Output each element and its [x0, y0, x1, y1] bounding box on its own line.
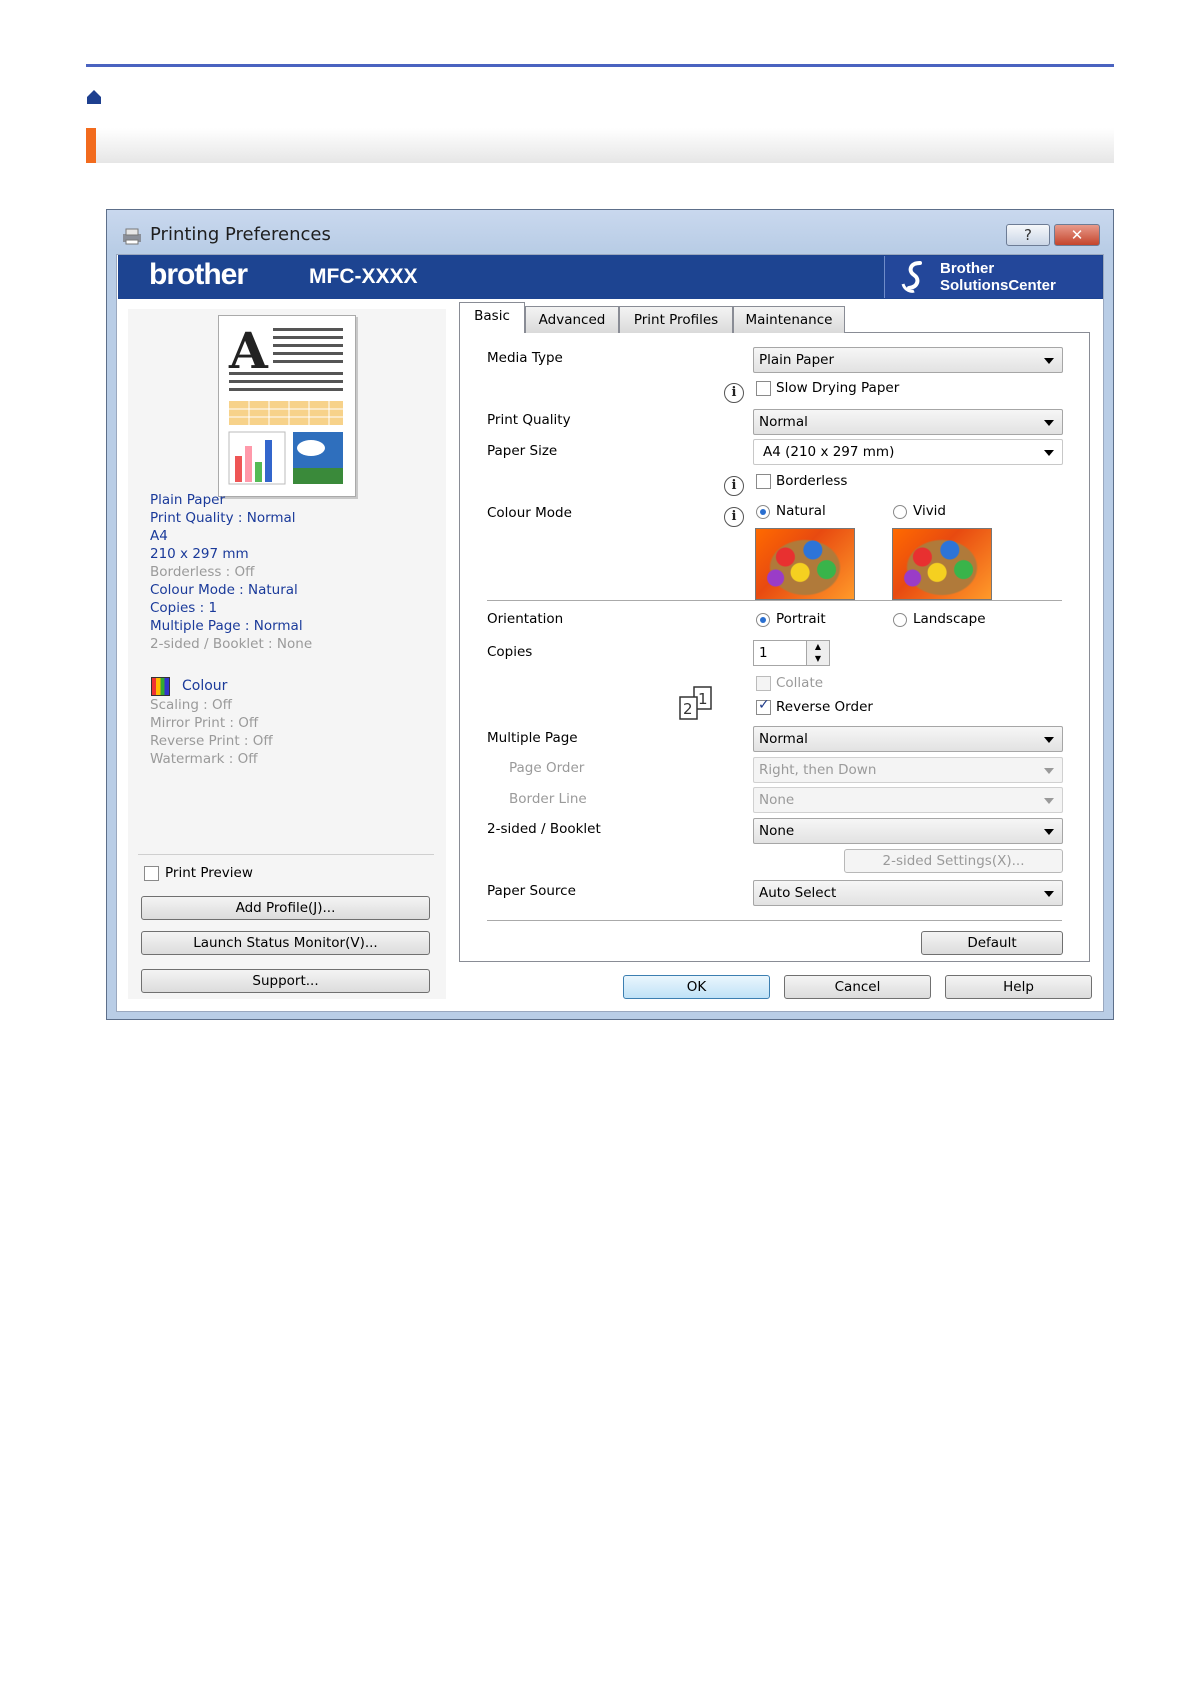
summary-line: Plain Paper — [150, 492, 225, 508]
vivid-label[interactable]: Vivid — [913, 502, 946, 520]
summary-extra-line: Mirror Print : Off — [150, 715, 259, 731]
model-name: MFC-XXXX — [309, 265, 418, 288]
border-line-label: Border Line — [509, 791, 587, 807]
close-button[interactable]: ✕ — [1054, 224, 1100, 246]
colour-label: Colour — [182, 678, 228, 694]
natural-radio[interactable] — [756, 505, 770, 519]
orientation-label: Orientation — [487, 611, 564, 627]
page-order-select[interactable]: Right, then Down — [753, 757, 1063, 783]
section-heading-bar — [86, 128, 1114, 163]
collate-checkbox[interactable] — [756, 676, 771, 691]
top-rule — [86, 64, 1114, 67]
printer-icon — [123, 228, 141, 245]
paper-source-select[interactable]: Auto Select — [753, 880, 1063, 906]
two-sided-select[interactable]: None — [753, 818, 1063, 844]
reverse-order-label[interactable]: Reverse Order — [776, 698, 873, 716]
summary-line: Colour Mode : Natural — [150, 582, 298, 598]
brother-logo: brother — [149, 258, 248, 291]
solutions-center-icon[interactable] — [900, 260, 930, 294]
svg-text:A: A — [228, 321, 269, 380]
copies-label: Copies — [487, 644, 533, 660]
print-quality-select[interactable]: Normal — [753, 409, 1063, 435]
add-profile-button[interactable]: Add Profile(J)... — [141, 896, 430, 920]
vivid-radio[interactable] — [893, 505, 907, 519]
section-divider — [487, 920, 1062, 921]
section-divider — [487, 600, 1062, 601]
collate-order-icon: 1 2 — [679, 686, 712, 720]
natural-label[interactable]: Natural — [776, 502, 826, 520]
multiple-page-select[interactable]: Normal — [753, 726, 1063, 752]
info-icon[interactable]: i — [724, 476, 744, 496]
media-type-label: Media Type — [487, 350, 563, 366]
paper-size-label: Paper Size — [487, 443, 558, 459]
print-preview-checkbox[interactable] — [144, 866, 159, 881]
paper-source-label: Paper Source — [487, 883, 576, 899]
tab-maintenance[interactable]: Maintenance — [733, 306, 845, 333]
page-preview-thumbnail: A — [218, 315, 356, 497]
two-sided-label: 2-sided / Booklet — [487, 821, 601, 837]
print-quality-label: Print Quality — [487, 412, 571, 428]
print-preview-label[interactable]: Print Preview — [165, 864, 253, 882]
summary-line: Copies : 1 — [150, 600, 218, 616]
summary-line: Print Quality : Normal — [150, 510, 296, 526]
portrait-radio[interactable] — [756, 613, 770, 627]
media-type-select[interactable]: Plain Paper — [753, 347, 1063, 373]
copies-value[interactable]: 1 — [759, 645, 768, 661]
svg-text:2: 2 — [683, 700, 693, 718]
reverse-order-checkbox[interactable] — [756, 697, 771, 715]
slow-drying-label[interactable]: Slow Drying Paper — [776, 379, 899, 397]
summary-extra-line: Reverse Print : Off — [150, 733, 273, 749]
spin-up-icon[interactable]: ▲ — [806, 641, 829, 653]
ok-button[interactable]: OK — [623, 975, 770, 999]
summary-line: Multiple Page : Normal — [150, 618, 303, 634]
dialog-title: Printing Preferences — [150, 224, 331, 245]
home-icon[interactable] — [86, 89, 102, 105]
summary-line: 2-sided / Booklet : None — [150, 636, 313, 652]
help-title-button[interactable]: ? — [1006, 224, 1050, 246]
left-divider — [138, 854, 434, 855]
tab-print-profiles[interactable]: Print Profiles — [619, 306, 733, 333]
support-button[interactable]: Support... — [141, 969, 430, 993]
page-preview-graphic: A — [228, 321, 343, 485]
page-order-label: Page Order — [509, 760, 585, 776]
copies-spinner[interactable]: 1 ▲ ▼ — [753, 640, 830, 666]
solutions-center-line1[interactable]: Brother — [940, 260, 994, 277]
landscape-radio[interactable] — [893, 613, 907, 627]
default-button[interactable]: Default — [921, 931, 1063, 955]
info-icon[interactable]: i — [724, 507, 744, 527]
summary-line: Borderless : Off — [150, 564, 255, 580]
info-icon[interactable]: i — [724, 383, 744, 403]
paper-size-select[interactable]: A4 (210 x 297 mm) — [753, 439, 1063, 465]
solutions-center-line2[interactable]: SolutionsCenter — [940, 277, 1056, 294]
cancel-button[interactable]: Cancel — [784, 975, 931, 999]
help-button[interactable]: Help — [945, 975, 1092, 999]
landscape-label[interactable]: Landscape — [913, 610, 986, 628]
borderless-checkbox[interactable] — [756, 474, 771, 489]
natural-sample-image — [755, 528, 855, 600]
summary-extra-line: Scaling : Off — [150, 697, 232, 713]
summary-extra-line: Watermark : Off — [150, 751, 258, 767]
svg-text:1: 1 — [698, 690, 708, 708]
summary-line: 210 x 297 mm — [150, 546, 249, 562]
colour-mode-label: Colour Mode — [487, 505, 572, 521]
tab-advanced[interactable]: Advanced — [525, 306, 619, 333]
portrait-label[interactable]: Portrait — [776, 610, 826, 628]
colour-icon — [151, 677, 170, 696]
borderless-label[interactable]: Borderless — [776, 472, 847, 490]
slow-drying-checkbox[interactable] — [756, 381, 771, 396]
multiple-page-label: Multiple Page — [487, 730, 578, 746]
summary-line: A4 — [150, 528, 168, 544]
two-sided-settings-button[interactable]: 2-sided Settings(X)... — [844, 849, 1063, 873]
spin-down-icon[interactable]: ▼ — [806, 653, 829, 665]
launch-status-monitor-button[interactable]: Launch Status Monitor(V)... — [141, 931, 430, 955]
tab-basic[interactable]: Basic — [459, 302, 525, 333]
collate-label[interactable]: Collate — [776, 674, 823, 692]
border-line-select[interactable]: None — [753, 787, 1063, 813]
vivid-sample-image — [892, 528, 992, 600]
